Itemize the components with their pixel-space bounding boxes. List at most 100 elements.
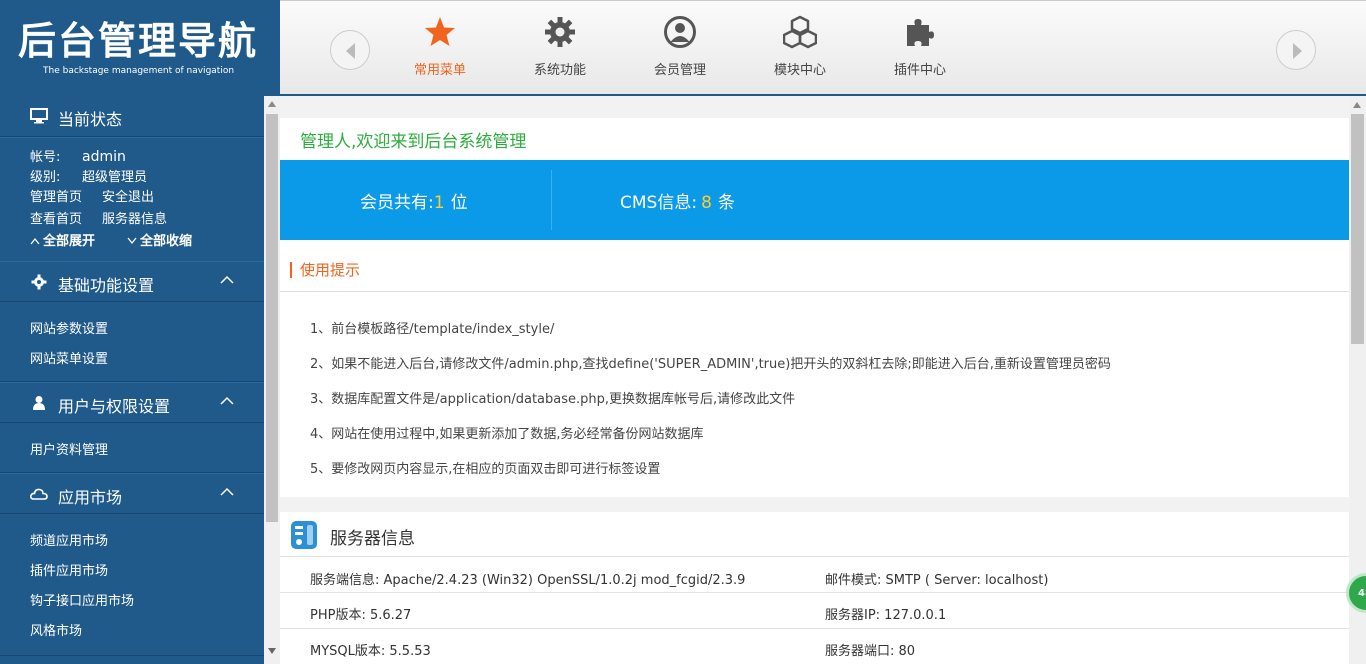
nav-label: 会员管理 <box>653 63 706 78</box>
sidebar-item-user-profiles[interactable]: 用户资料管理 <box>30 439 108 458</box>
chevron-left-icon <box>346 43 355 59</box>
stats-bar: 会员共有:1 位 CMS信息: 8 条 <box>280 160 1349 240</box>
mail-mode: 邮件模式: SMTP ( Server: localhost) <box>825 573 1049 588</box>
server-software: 服务端信息: Apache/2.4.23 (Win32) OpenSSL/1.0… <box>310 573 746 588</box>
logo-title: 后台管理导航 <box>18 19 259 63</box>
section-title: 用户与权限设置 <box>58 397 171 416</box>
collapse-all-button[interactable]: 全部收缩 <box>127 234 212 249</box>
members-count: 1 <box>433 193 445 213</box>
server-title: 服务器信息 <box>330 529 415 549</box>
cms-suffix: 条 <box>717 193 735 213</box>
divider <box>280 556 1349 557</box>
expand-controls: 全部展开 全部收缩 <box>30 230 232 249</box>
sidebar-scroll-thumb[interactable] <box>266 114 278 522</box>
nav-next-button[interactable] <box>1276 30 1316 70</box>
php-version: PHP版本: 5.6.27 <box>310 608 412 623</box>
scroll-up-icon <box>268 101 276 107</box>
server-info-panel: 服务器信息 服务端信息: Apache/2.4.23 (Win32) OpenS… <box>280 512 1349 664</box>
tip-line: 3、数据库配置文件是/application/database.php,更换数据… <box>310 392 796 407</box>
account-row: 帐号: admin <box>30 146 126 165</box>
main-scroll-thumb[interactable] <box>1351 114 1364 344</box>
account-value: admin <box>82 149 126 165</box>
tip-line: 1、前台模板路径/template/index_style/ <box>310 322 555 337</box>
top-header: 后台管理导航 The backstage management of navig… <box>0 0 1366 96</box>
cms-count: 8 <box>701 193 712 213</box>
tip-line: 4、网站在使用过程中,如果更新添加了数据,务必经常备份网站数据库 <box>310 427 704 442</box>
status-title: 当前状态 <box>58 110 123 129</box>
section-title: 基础功能设置 <box>58 276 155 295</box>
section-header-users[interactable]: 用户与权限设置 <box>0 382 264 423</box>
tips-title: 使用提示 <box>290 262 360 278</box>
server-icon <box>291 521 317 549</box>
sidebar-item-site-params[interactable]: 网站参数设置 <box>30 318 108 337</box>
link-view-home[interactable]: 查看首页 <box>30 212 82 227</box>
star-icon <box>425 17 455 46</box>
link-logout[interactable]: 安全退出 <box>102 190 154 205</box>
section-body-basic: 网站参数设置 网站菜单设置 <box>0 302 264 382</box>
monitor-icon <box>30 108 48 124</box>
nav-label: 模块中心 <box>773 63 826 78</box>
level-value: 超级管理员 <box>82 170 148 185</box>
account-label: 帐号: <box>30 150 61 165</box>
level-row: 级别: 超级管理员 <box>30 166 147 185</box>
section-body-users: 用户资料管理 <box>0 423 264 473</box>
sidebar-item-plugin-market[interactable]: 插件应用市场 <box>30 560 108 579</box>
nav-label: 常用菜单 <box>413 63 466 78</box>
section-header-basic[interactable]: 基础功能设置 <box>0 261 264 302</box>
stats-divider <box>551 170 552 230</box>
user-icon <box>33 396 45 410</box>
server-ip: 服务器IP: 127.0.0.1 <box>825 608 947 623</box>
mysql-version: MYSQL版本: 5.5.53 <box>310 644 431 659</box>
collapse-all-label: 全部收缩 <box>140 234 193 249</box>
sidebar-item-site-menu[interactable]: 网站菜单设置 <box>30 348 108 367</box>
scroll-down-icon <box>268 648 276 654</box>
sidebar-item-channel-market[interactable]: 频道应用市场 <box>30 530 108 549</box>
chevron-up-icon <box>220 396 234 405</box>
link-server-info[interactable]: 服务器信息 <box>102 212 167 227</box>
chevron-up-icon <box>220 487 234 496</box>
sidebar-item-style-market[interactable]: 风格市场 <box>30 620 82 639</box>
chevron-up-icon <box>220 275 234 284</box>
user-icon <box>664 16 696 48</box>
gear-icon <box>31 274 47 290</box>
logo-subtitle: The backstage management of navigation <box>43 66 235 76</box>
welcome-bar: 管理人,欢迎来到后台系统管理 <box>280 118 1349 160</box>
cubes-icon <box>783 15 817 49</box>
expand-all-button[interactable]: 全部展开 <box>30 234 115 249</box>
tip-line: 5、要修改网页内容显示,在相应的页面双击即可进行标签设置 <box>310 462 661 477</box>
nav-members[interactable]: 会员管理 <box>635 11 725 81</box>
nav-common-menu[interactable]: 常用菜单 <box>395 11 485 81</box>
cloud-icon <box>30 488 48 500</box>
sidebar-item-hook-market[interactable]: 钩子接口应用市场 <box>30 590 134 609</box>
status-header[interactable]: 当前状态 <box>0 96 264 137</box>
gear-icon <box>545 17 575 47</box>
nav-system[interactable]: 系统功能 <box>515 11 605 81</box>
nav-modules[interactable]: 模块中心 <box>755 11 845 81</box>
nav-prev-button[interactable] <box>330 30 370 70</box>
welcome-text: 管理人,欢迎来到后台系统管理 <box>300 132 527 152</box>
nav-plugins[interactable]: 插件中心 <box>875 11 965 81</box>
logo[interactable]: 后台管理导航 The backstage management of navig… <box>0 0 280 96</box>
level-label: 级别: <box>30 170 61 185</box>
tip-line: 2、如果不能进入后台,请修改文件/admin.php,查找define('SUP… <box>310 357 1111 372</box>
section-body-market: 频道应用市场 插件应用市场 钩子接口应用市场 风格市场 <box>0 514 264 656</box>
cms-label: CMS信息: <box>620 193 698 213</box>
sidebar: 当前状态 帐号: admin 级别: 超级管理员 管理首页 安全退出 查看首页 服务器信… <box>0 96 264 664</box>
expand-all-label: 全部展开 <box>43 234 96 249</box>
main-content: 管理人,欢迎来到后台系统管理 会员共有:1 位 CMS信息: 8 条 使用提示 1、前… <box>280 96 1366 664</box>
divider <box>280 628 1349 629</box>
quick-links-1: 管理首页 安全退出 <box>30 186 174 205</box>
sidebar-scrollbar[interactable] <box>264 96 280 664</box>
quick-links-2: 查看首页 服务器信息 <box>30 208 187 227</box>
top-nav: 常用菜单 系统功能 会员管理 模块中心 插件中心 <box>280 0 1366 96</box>
members-label: 会员共有: <box>360 193 434 213</box>
server-port: 服务器端口: 80 <box>825 644 916 659</box>
chevron-down-icon <box>127 237 137 245</box>
badge-count: 48 <box>1358 588 1366 599</box>
nav-label: 系统功能 <box>533 63 586 78</box>
cms-stat: CMS信息: 8 条 <box>620 188 735 213</box>
scroll-up-icon <box>1353 102 1361 108</box>
section-header-market[interactable]: 应用市场 <box>0 473 264 514</box>
link-admin-home[interactable]: 管理首页 <box>30 190 82 205</box>
members-suffix: 位 <box>450 193 468 213</box>
